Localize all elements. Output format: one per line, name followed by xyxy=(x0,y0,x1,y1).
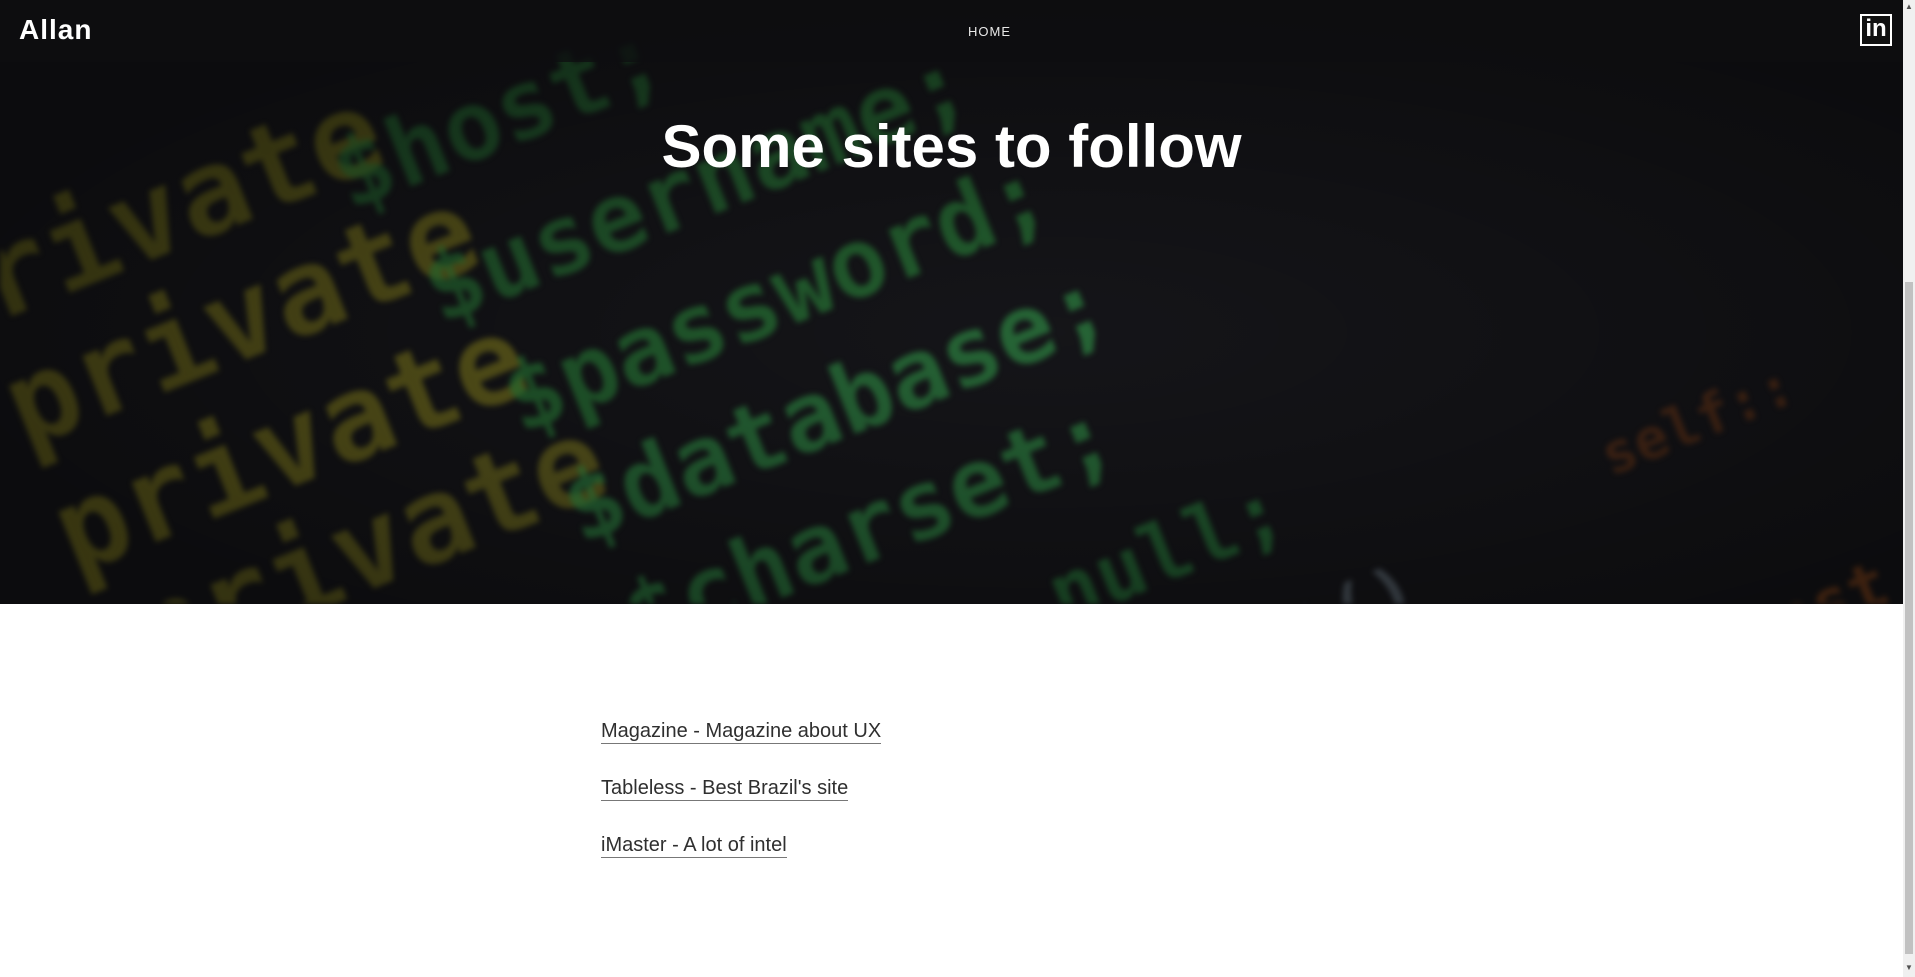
hero-overlay xyxy=(0,0,1903,604)
list-item: Tableless - Best Brazil's site xyxy=(601,777,881,834)
page-title: Some sites to follow xyxy=(661,113,1242,180)
site-link-magazine[interactable]: Magazine - Magazine about UX xyxy=(601,720,882,744)
scroll-down-arrow-icon[interactable]: ▼ xyxy=(1903,961,1915,975)
scroll-up-arrow-icon[interactable]: ▲ xyxy=(1903,0,1915,14)
site-link-tableless[interactable]: Tableless - Best Brazil's site xyxy=(601,777,849,801)
linkedin-icon[interactable]: in xyxy=(1860,14,1892,46)
list-item: iMaster - A lot of intel xyxy=(601,834,881,891)
hero-banner: rivate private private private $host; $u… xyxy=(0,0,1903,604)
scrollbar-thumb[interactable] xyxy=(1905,282,1913,954)
nav-home-link[interactable]: HOME xyxy=(968,24,1011,39)
browser-viewport: rivate private private private $host; $u… xyxy=(0,0,1915,977)
brand-logo[interactable]: Allan xyxy=(19,14,92,46)
vertical-scrollbar[interactable]: ▲ ▼ xyxy=(1903,0,1915,977)
list-item: Magazine - Magazine about UX xyxy=(601,720,882,777)
top-navbar: Allan HOME in xyxy=(0,0,1903,62)
page: rivate private private private $host; $u… xyxy=(0,0,1903,975)
site-link-imaster[interactable]: iMaster - A lot of intel xyxy=(601,834,787,858)
sites-list: Magazine - Magazine about UX Tableless -… xyxy=(601,720,882,891)
